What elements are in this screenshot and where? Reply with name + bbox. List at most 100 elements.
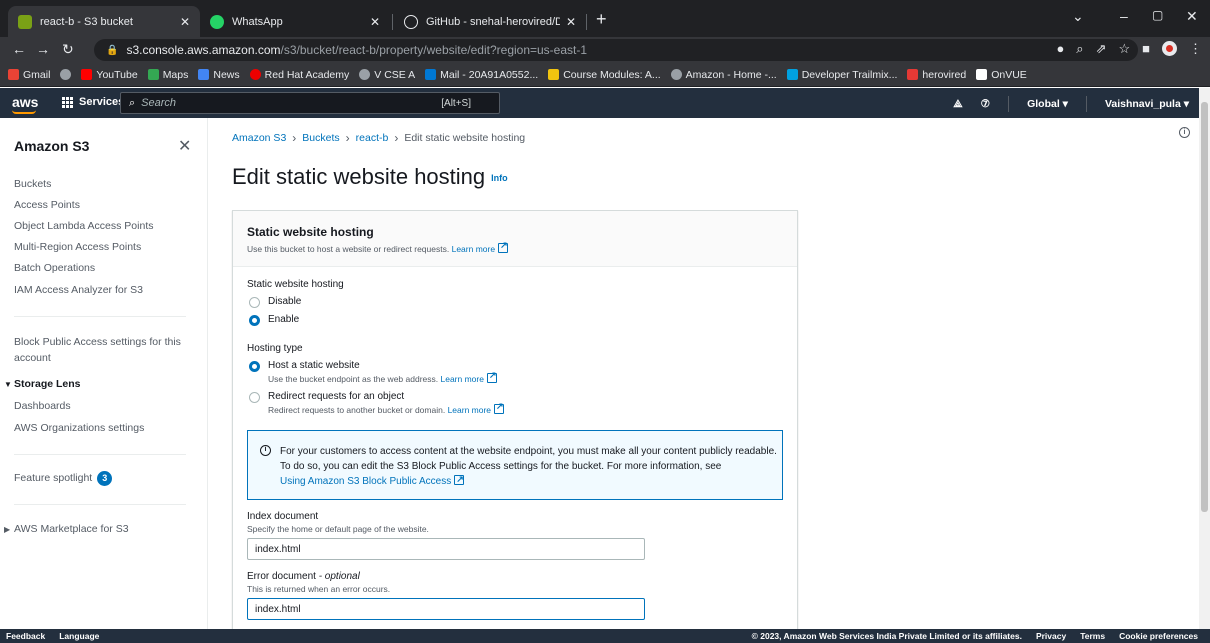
radio-disable[interactable]: Disable [249, 296, 301, 308]
learn-more-link[interactable]: Learn more [440, 374, 483, 384]
services-menu-button[interactable]: Services [62, 96, 124, 108]
globe-icon [60, 69, 72, 80]
share-icon[interactable]: ⇗ [1096, 41, 1107, 57]
herovired-icon [907, 69, 919, 80]
sidebar-item-iam-analyzer[interactable]: IAM Access Analyzer for S3 [14, 284, 143, 296]
close-icon[interactable]: ✕ [566, 15, 576, 29]
chevron-down-icon[interactable]: ⌄ [1072, 8, 1084, 25]
scrollbar-thumb[interactable] [1201, 102, 1208, 512]
sidebar-item-access-points[interactable]: Access Points [14, 199, 80, 211]
info-panel-icon[interactable]: i [1179, 127, 1190, 138]
sidebar-item-batch-operations[interactable]: Batch Operations [14, 262, 95, 274]
sidebar-item-feature-spotlight[interactable]: Feature spotlight 3 [14, 471, 113, 486]
feedback-link[interactable]: Feedback [6, 631, 45, 641]
sidebar-item-org-settings[interactable]: AWS Organizations settings [14, 422, 144, 434]
sidebar-item-multi-region[interactable]: Multi-Region Access Points [14, 241, 141, 253]
breadcrumb-amazon-s3[interactable]: Amazon S3 [232, 132, 286, 144]
minimize-icon[interactable]: – [1120, 8, 1128, 24]
tab-whatsapp[interactable]: WhatsApp ✕ [200, 6, 390, 37]
footer-right: © 2023, Amazon Web Services India Privat… [752, 631, 1198, 641]
profile-avatar-icon[interactable] [1162, 41, 1177, 56]
aws-top-nav: aws Services ⌕ Search [Alt+S] ⟁ ⑦ Global… [0, 88, 1199, 118]
index-document-input[interactable]: index.html [247, 538, 645, 560]
address-bar[interactable]: 🔒 s3.console.aws.amazon.com/s3/bucket/re… [94, 39, 1138, 61]
terms-link[interactable]: Terms [1080, 631, 1105, 641]
radio-host-static[interactable]: Host a static website Use the bucket end… [249, 360, 497, 384]
panel-header: Static website hosting Use this bucket t… [233, 211, 797, 267]
static-hosting-panel: Static website hosting Use this bucket t… [232, 210, 798, 630]
radio-label: Redirect requests for an object [268, 391, 405, 402]
bookmark-youtube[interactable]: YouTube [81, 69, 138, 81]
bookmark-course[interactable]: Course Modules: A... [548, 69, 661, 81]
page-title: Edit static website hosting Info [232, 164, 508, 190]
radio-button[interactable] [249, 392, 260, 403]
bookmark-vcse[interactable]: V CSE A [359, 69, 415, 81]
close-icon[interactable]: ✕ [180, 15, 190, 29]
bookmark-gmail[interactable]: Gmail [8, 69, 50, 81]
tab-s3-bucket[interactable]: react-b - S3 bucket ✕ [8, 6, 200, 37]
bookmark-trailmix[interactable]: Developer Trailmix... [786, 69, 897, 81]
error-document-input[interactable]: index.html [247, 598, 645, 620]
close-icon[interactable]: ✕ [178, 136, 191, 156]
bookmark-amazon[interactable]: Amazon - Home -... [670, 69, 777, 81]
info-link[interactable]: Info [491, 173, 508, 183]
github-favicon-icon [404, 14, 418, 29]
sidebar-item-block-public-access[interactable]: Block Public Access settings for this ac… [14, 334, 184, 366]
sidebar-section-storage-lens[interactable]: ▼ Storage Lens [4, 378, 81, 390]
sidebar-item-buckets[interactable]: Buckets [14, 178, 51, 190]
bookmark-redhat[interactable]: Red Hat Academy [249, 69, 349, 81]
radio-button[interactable] [249, 297, 260, 308]
search-shortcut: [Alt+S] [441, 97, 471, 109]
news-icon [198, 69, 210, 80]
tab-github[interactable]: GitHub - snehal-herovired/Devo ✕ [394, 6, 586, 37]
bookmark-chrome[interactable] [60, 69, 72, 80]
back-arrow-icon[interactable]: ← [12, 41, 26, 57]
window-close-icon[interactable]: ✕ [1186, 8, 1198, 25]
privacy-link[interactable]: Privacy [1036, 631, 1066, 641]
bookmark-herovired[interactable]: herovired [907, 69, 966, 81]
radio-enable[interactable]: Enable [249, 314, 299, 326]
restore-icon[interactable]: ▢ [1152, 8, 1163, 22]
footer-left: Feedback Language [6, 631, 99, 641]
sidebar-panel-icon[interactable]: ■ [1142, 41, 1150, 57]
language-link[interactable]: Language [59, 631, 99, 641]
bookmark-star-icon[interactable]: ☆ [1118, 41, 1130, 57]
caret-right-icon: ▶ [4, 525, 11, 534]
sidebar-item-dashboards[interactable]: Dashboards [14, 400, 71, 412]
breadcrumb-buckets[interactable]: Buckets [302, 132, 339, 144]
tab-separator [586, 14, 587, 30]
radio-button-selected[interactable] [249, 315, 260, 326]
cloudshell-icon[interactable]: ⟁ [953, 98, 962, 111]
aws-logo[interactable]: aws [12, 94, 38, 114]
reload-icon[interactable]: ↻ [62, 41, 74, 58]
bookmark-onvue[interactable]: OnVUE [976, 69, 1027, 81]
sidebar-item-marketplace[interactable]: ▶ AWS Marketplace for S3 [4, 523, 129, 535]
learn-more-link[interactable]: Learn more [448, 405, 491, 415]
sidebar-item-object-lambda[interactable]: Object Lambda Access Points [14, 220, 154, 232]
block-public-access-link[interactable]: Using Amazon S3 Block Public Access [280, 476, 451, 487]
google-icon[interactable]: ● [1056, 41, 1064, 57]
radio-redirect[interactable]: Redirect requests for an object Redirect… [249, 391, 505, 415]
bookmark-maps[interactable]: Maps [147, 69, 188, 81]
forward-arrow-icon[interactable]: → [36, 41, 50, 57]
learn-more-link[interactable]: Learn more [452, 244, 495, 254]
external-link-icon [454, 472, 465, 487]
account-menu[interactable]: Vaishnavi_pula ▾ [1105, 98, 1189, 110]
new-tab-button[interactable]: + [596, 10, 607, 28]
external-link-icon [486, 370, 497, 383]
cookie-preferences-link[interactable]: Cookie preferences [1119, 631, 1198, 641]
radio-description: Use the bucket endpoint as the web addre… [268, 370, 497, 384]
more-menu-icon[interactable]: ⋮ [1189, 41, 1202, 57]
close-icon[interactable]: ✕ [370, 15, 380, 29]
zoom-icon[interactable]: ⌕ [1076, 41, 1083, 57]
radio-button-selected[interactable] [249, 361, 260, 372]
breadcrumb-bucket[interactable]: react-b [356, 132, 389, 144]
radio-label: Disable [268, 296, 302, 307]
help-icon[interactable]: ⑦ [981, 98, 990, 110]
nav-right-group: ⟁ ⑦ Global ▾ Vaishnavi_pula ▾ [953, 96, 1189, 112]
page-scrollbar[interactable] [1199, 88, 1210, 629]
aws-search-input[interactable]: ⌕ Search [Alt+S] [120, 92, 500, 114]
bookmark-mail[interactable]: Mail - 20A91A0552... [425, 69, 538, 81]
bookmark-news[interactable]: News [198, 69, 240, 81]
region-selector[interactable]: Global ▾ [1027, 98, 1068, 110]
